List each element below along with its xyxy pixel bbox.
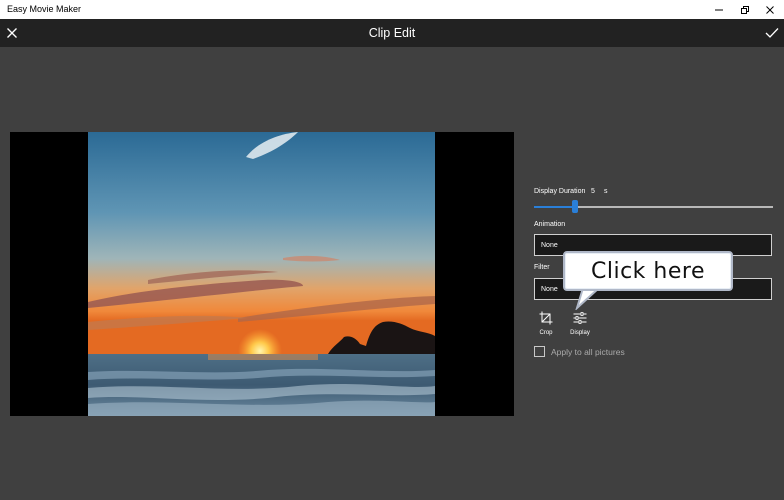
filter-value: None xyxy=(541,286,558,293)
crop-label: Crop xyxy=(539,330,553,336)
animation-label: Animation xyxy=(534,221,566,228)
page-title: Clip Edit xyxy=(368,26,416,40)
display-duration-value: 5 xyxy=(591,188,595,195)
crop-button[interactable]: Crop xyxy=(531,311,561,341)
checkmark-icon xyxy=(765,28,779,38)
crop-icon xyxy=(539,311,553,325)
window-close-button[interactable] xyxy=(756,0,784,19)
apply-all-checkbox[interactable] xyxy=(534,346,545,357)
callout-pointer xyxy=(575,288,601,310)
duration-slider-fill[interactable] xyxy=(534,206,575,208)
click-here-callout: Click here xyxy=(563,251,733,291)
adjust-sliders-icon xyxy=(573,312,587,324)
display-duration-label: Display Duration xyxy=(534,188,586,195)
window-titlebar: Easy Movie Maker xyxy=(0,0,784,19)
window-close-icon xyxy=(766,5,774,14)
window-title: Easy Movie Maker xyxy=(7,4,82,14)
clip-preview xyxy=(10,132,514,416)
apply-all-label: Apply to all pictures xyxy=(551,347,625,357)
minimize-button[interactable] xyxy=(705,0,733,19)
confirm-button[interactable] xyxy=(764,25,780,41)
sunset-photo xyxy=(88,132,435,416)
display-duration-unit: s xyxy=(604,188,608,195)
restore-button[interactable] xyxy=(731,0,759,19)
duration-slider-track[interactable] xyxy=(575,206,773,208)
callout-text: Click here xyxy=(591,259,705,284)
display-label: Display xyxy=(570,330,590,336)
restore-icon xyxy=(741,5,749,14)
duration-slider-thumb[interactable] xyxy=(572,200,578,213)
sunset-image xyxy=(88,132,435,416)
animation-value: None xyxy=(541,242,558,249)
filter-label: Filter xyxy=(534,264,550,271)
minimize-icon xyxy=(715,9,723,10)
display-button[interactable]: Display xyxy=(565,311,595,341)
app-header: Clip Edit xyxy=(0,19,784,47)
